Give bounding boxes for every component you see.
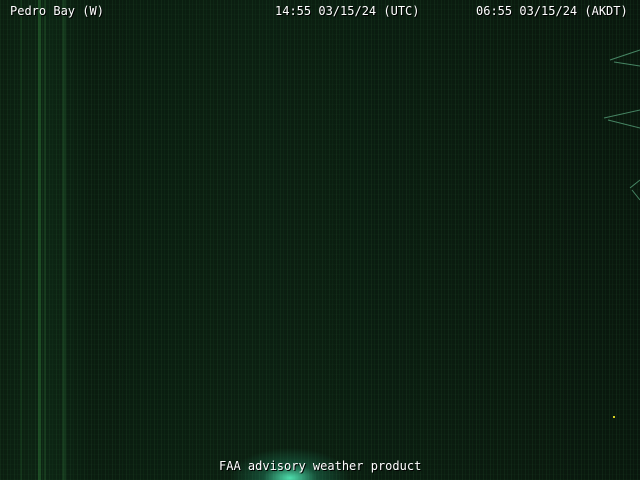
vertical-noise-streak [38,0,41,480]
webcam-image: Pedro Bay (W) 14:55 03/15/24 (UTC) 06:55… [0,0,640,480]
station-name: Pedro Bay (W) [10,4,104,18]
local-timestamp: 06:55 03/15/24 (AKDT) [476,4,628,18]
vertical-noise-streak [20,0,22,480]
advisory-caption: FAA advisory weather product [219,459,422,473]
edge-glare [603,49,640,201]
vertical-noise-streak [44,0,46,480]
vertical-noise-streak [62,0,66,480]
utc-timestamp: 14:55 03/15/24 (UTC) [275,4,420,18]
light-speck [613,416,615,418]
